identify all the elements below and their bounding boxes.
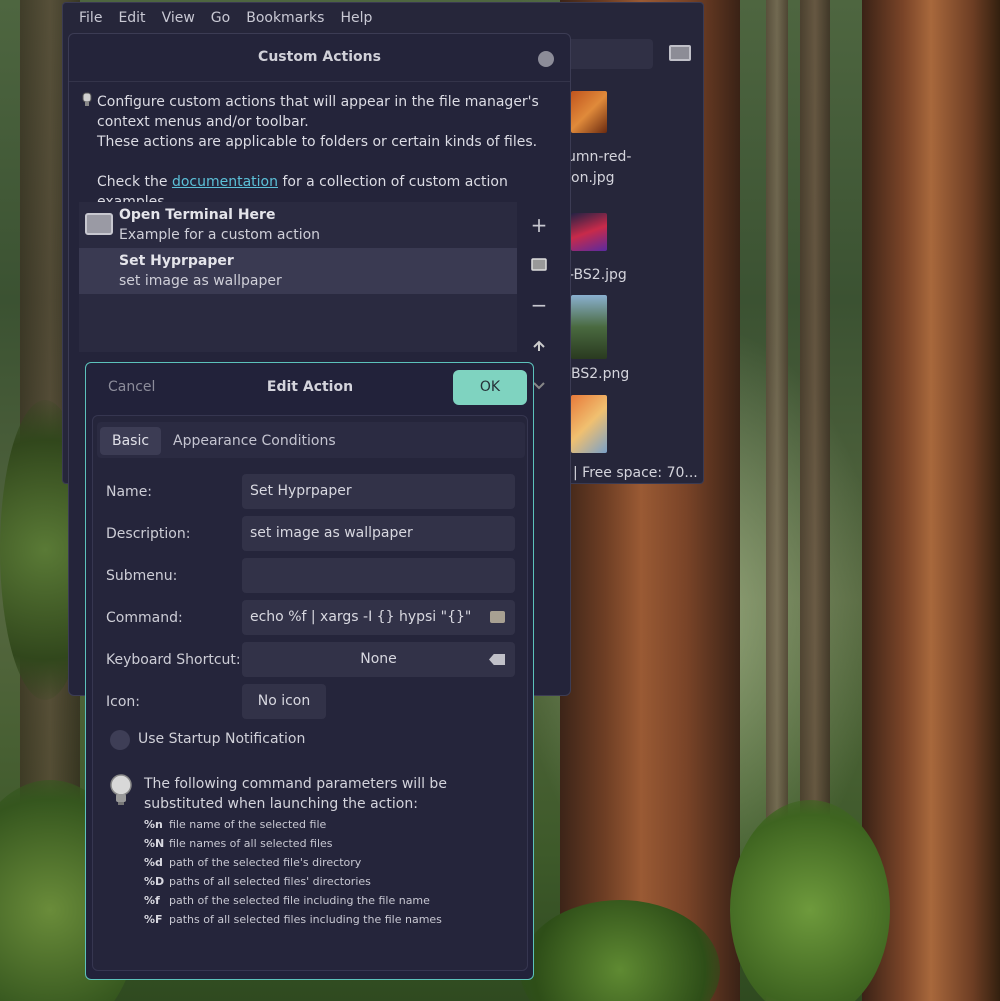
startup-notification-label: Use Startup Notification [138, 731, 306, 747]
parameter-desc: path of the selected file including the … [169, 894, 430, 907]
terminal-icon [85, 213, 113, 235]
name-label: Name: [106, 484, 153, 500]
status-bar: | Free space: 70... [573, 465, 698, 481]
file-name[interactable]: BS2.png [571, 366, 629, 382]
location-bar[interactable] [563, 39, 653, 69]
shortcut-label: Keyboard Shortcut: [106, 652, 241, 668]
edit-action-panel: Basic Appearance Conditions Name: Set Hy… [92, 415, 528, 971]
file-name[interactable]: on.jpg [571, 170, 615, 186]
parameter-row: %n file name of the selected file [144, 818, 326, 831]
arrow-down-icon [533, 382, 545, 390]
actions-list: Open Terminal Here Example for a custom … [79, 202, 517, 352]
parameter-row: %D paths of all selected files' directori… [144, 875, 371, 888]
move-up-button[interactable] [527, 333, 551, 357]
tree-trunk [862, 0, 1000, 1001]
file-name[interactable]: -BS2.jpg [569, 267, 627, 283]
dialog-header: Custom Actions [69, 34, 570, 82]
parameters-help-text: The following command parameters will be… [144, 776, 447, 812]
menu-go[interactable]: Go [203, 10, 238, 26]
action-subtitle: Example for a custom action [119, 227, 321, 243]
file-name[interactable]: umn-red- [567, 149, 631, 165]
menu-bookmarks[interactable]: Bookmarks [238, 10, 332, 26]
folder-icon[interactable] [490, 611, 505, 623]
view-icon[interactable] [669, 45, 691, 61]
startup-notification-checkbox[interactable] [110, 730, 130, 750]
parameter-code: %n [144, 818, 163, 831]
dialog-title: Custom Actions [258, 49, 381, 65]
shortcut-button[interactable]: None [242, 642, 515, 677]
submenu-field[interactable] [242, 558, 515, 593]
add-action-button[interactable]: + [527, 213, 551, 237]
description-label: Description: [106, 526, 191, 542]
action-item[interactable]: Set Hyprpaper set image as wallpaper [79, 248, 517, 294]
documentation-link[interactable]: documentation [172, 174, 278, 190]
submenu-label: Submenu: [106, 568, 178, 584]
ok-button[interactable]: OK [453, 370, 527, 405]
name-field[interactable]: Set Hyprpaper [242, 474, 515, 509]
description-field[interactable]: set image as wallpaper [242, 516, 515, 551]
menu-edit[interactable]: Edit [110, 10, 153, 26]
edit-action-dialog: Cancel Edit Action OK Basic Appearance C… [85, 362, 534, 980]
command-value: echo %f | xargs -I {} hypsi "{}" [250, 609, 472, 625]
dialog-description: Configure custom actions that will appea… [97, 92, 567, 212]
parameter-desc: path of the selected file's directory [169, 856, 362, 869]
menubar: File Edit View Go Bookmarks Help [63, 3, 703, 33]
description-text: These actions are applicable to folders … [97, 134, 538, 150]
parameter-row: %d path of the selected file's directory [144, 856, 361, 869]
info-icon [82, 92, 92, 106]
file-thumbnail[interactable] [571, 395, 607, 453]
action-subtitle: set image as wallpaper [119, 273, 282, 289]
action-item[interactable]: Open Terminal Here Example for a custom … [79, 202, 517, 248]
close-icon[interactable] [538, 51, 554, 67]
parameter-code: %d [144, 856, 163, 869]
note-prefix: Check the [97, 174, 172, 190]
file-thumbnail[interactable] [571, 213, 607, 251]
tab-bar: Basic Appearance Conditions [97, 422, 525, 458]
command-label: Command: [106, 610, 183, 626]
parameter-row: %N file names of all selected files [144, 837, 333, 850]
parameter-desc: file name of the selected file [169, 818, 327, 831]
edit-action-button[interactable] [527, 253, 551, 277]
parameter-code: %N [144, 837, 165, 850]
shortcut-value: None [360, 651, 397, 667]
parameter-code: %F [144, 913, 163, 926]
lightbulb-icon [110, 774, 132, 805]
action-title: Set Hyprpaper [119, 253, 234, 269]
parameter-desc: paths of all selected files including th… [169, 913, 442, 926]
parameter-row: %f path of the selected file including th… [144, 894, 430, 907]
file-thumbnail[interactable] [571, 295, 607, 359]
tab-appearance-conditions[interactable]: Appearance Conditions [161, 427, 348, 455]
parameter-desc: file names of all selected files [169, 837, 333, 850]
menu-view[interactable]: View [154, 10, 203, 26]
action-title: Open Terminal Here [119, 207, 276, 223]
parameter-desc: paths of all selected files' directories [169, 875, 371, 888]
command-field[interactable]: echo %f | xargs -I {} hypsi "{}" [242, 600, 515, 635]
menu-help[interactable]: Help [332, 10, 380, 26]
icon-label: Icon: [106, 694, 140, 710]
file-thumbnail[interactable] [571, 91, 607, 133]
arrow-up-icon [533, 340, 545, 351]
parameter-row: %F paths of all selected files including … [144, 913, 442, 926]
description-text: Configure custom actions that will appea… [97, 94, 539, 130]
clear-icon[interactable] [489, 654, 505, 665]
edit-icon [531, 258, 547, 271]
menu-file[interactable]: File [71, 10, 110, 26]
tab-basic[interactable]: Basic [100, 427, 162, 455]
parameter-code: %f [144, 894, 160, 907]
icon-button[interactable]: No icon [242, 684, 326, 719]
remove-action-button[interactable]: − [527, 293, 551, 317]
parameter-code: %D [144, 875, 165, 888]
